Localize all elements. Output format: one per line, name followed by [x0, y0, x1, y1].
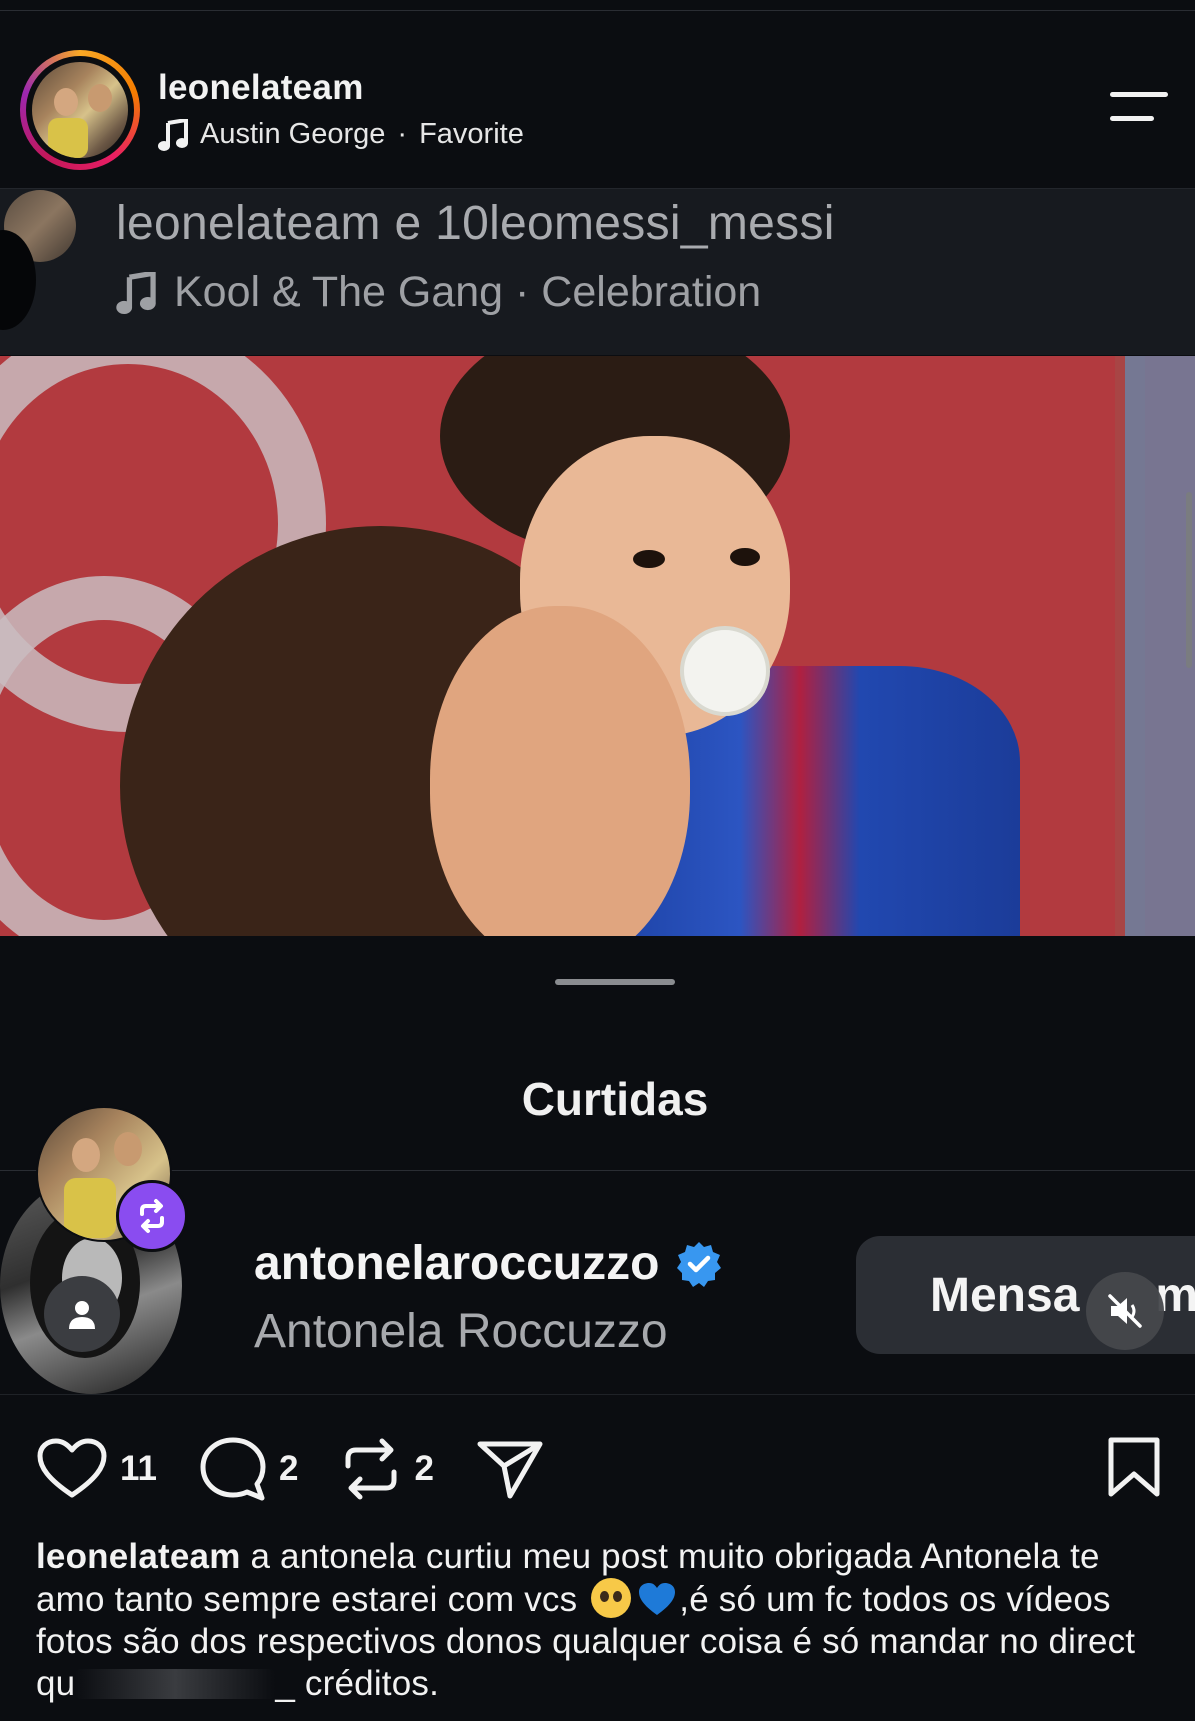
music-artist: Austin George — [200, 118, 386, 150]
liker-username: antonelaroccuzzo — [254, 1237, 660, 1290]
caption-text-3: _ créditos. — [275, 1664, 440, 1703]
top-divider — [0, 10, 1195, 11]
music-title: Favorite — [419, 118, 524, 150]
blue-heart-emoji-icon — [639, 1583, 676, 1615]
sheet-divider — [0, 1170, 1195, 1171]
reshared-music-label: Kool & The Gang · Celebration — [174, 268, 762, 316]
music-note-icon — [158, 118, 188, 151]
post-divider — [0, 1394, 1195, 1395]
heart-icon[interactable] — [36, 1437, 108, 1501]
share-action[interactable] — [476, 1438, 544, 1500]
repost-action[interactable]: 2 — [340, 1436, 434, 1502]
scrollbar[interactable] — [1186, 492, 1192, 668]
message-button-label: Mensa — [930, 1268, 1080, 1322]
person-icon[interactable] — [44, 1276, 120, 1352]
repost-count: 2 — [414, 1449, 434, 1488]
mute-icon[interactable] — [1086, 1272, 1164, 1350]
like-count: 11 — [120, 1449, 157, 1488]
bookmark-icon[interactable] — [1106, 1436, 1162, 1503]
comment-icon[interactable] — [199, 1436, 267, 1502]
comment-action[interactable]: 2 — [199, 1436, 298, 1502]
share-icon[interactable] — [476, 1438, 544, 1500]
music-separator: · — [397, 118, 408, 150]
post-photo[interactable] — [0, 356, 1195, 936]
post-caption: leonelateam a antonela curtiu meu post m… — [36, 1536, 1176, 1705]
liker-fullname: Antonela Roccuzzo — [254, 1305, 668, 1358]
profile-avatar[interactable] — [20, 50, 140, 170]
header-music[interactable]: Austin George · Favorite — [158, 118, 524, 151]
comment-count: 2 — [279, 1449, 299, 1488]
hamburger-menu-icon[interactable] — [1110, 92, 1168, 126]
verified-badge-icon — [677, 1241, 722, 1287]
sheet-drag-handle[interactable] — [555, 979, 675, 985]
blurred-text — [75, 1669, 276, 1699]
like-action[interactable]: 11 — [36, 1437, 157, 1501]
reshared-music[interactable]: Kool & The Gang · Celebration — [116, 268, 761, 317]
header-username[interactable]: leonelateam — [158, 68, 364, 108]
music-note-icon — [116, 271, 156, 314]
repost-icon[interactable] — [340, 1436, 402, 1502]
sheet-title: Curtidas — [521, 1073, 709, 1125]
action-bar: 11 2 2 — [36, 1436, 586, 1502]
reshared-usernames[interactable]: leonelateam e 10leomessi_messi — [116, 196, 835, 251]
caption-username[interactable]: leonelateam — [36, 1537, 241, 1576]
repost-badge-icon — [116, 1180, 188, 1252]
pleading-face-emoji-icon — [591, 1578, 632, 1618]
liker-username-row[interactable]: antonelaroccuzzo — [254, 1236, 723, 1291]
